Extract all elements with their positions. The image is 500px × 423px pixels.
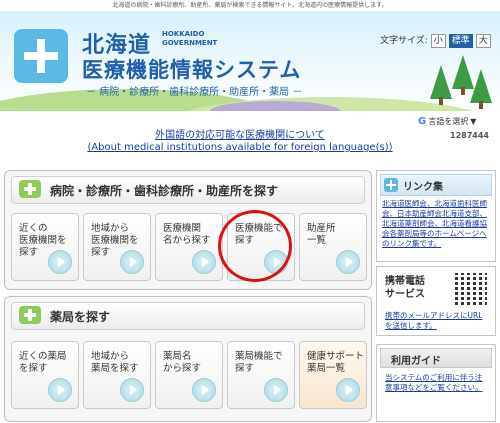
hospital-search-title: 病院・診療所・歯科診療所・助産所を探す <box>50 184 279 198</box>
area-pharmacy-button[interactable]: 地域から 薬局を探す <box>83 341 151 409</box>
pharmacy-search-panel: 薬局を探す 近くの薬局 を探す 地域から 薬局を探す 薬局名 から探す 薬局機能… <box>4 296 372 422</box>
links-title: リンク集 <box>403 182 443 193</box>
play-arrow-icon <box>264 378 288 402</box>
font-size-standard-button[interactable]: 標準 <box>448 34 473 48</box>
foreign-language-link[interactable]: 外国語の対応可能な医療機関について (About medical institu… <box>60 130 420 154</box>
nearby-institution-button[interactable]: 近くの 医療機関を 探す <box>11 213 79 281</box>
pharmacy-search-title: 薬局を探す <box>50 310 111 324</box>
institution-name-button[interactable]: 医療機関 名から探す <box>155 213 223 281</box>
hospital-search-panel: 病院・診療所・歯科診療所・助産所を探す 近くの 医療機関を 探す 地域から 医療… <box>4 170 372 290</box>
links-header: リンク集 <box>380 174 492 196</box>
play-arrow-icon <box>336 378 360 402</box>
foreign-link-en[interactable]: (About medical institutions available fo… <box>60 142 420 154</box>
play-arrow-icon <box>336 250 360 274</box>
area-institution-button[interactable]: 地域から 医療機関を 探す <box>83 213 151 281</box>
site-description: 北海道の病院・歯科診療所、助産所、薬局が検索できる情報サイト。北海道内の医療情報… <box>112 2 388 9</box>
play-arrow-icon <box>48 378 72 402</box>
hospital-search-header: 病院・診療所・歯科診療所・助産所を探す <box>11 176 365 204</box>
gov-line: GOVERNMENT <box>162 39 218 47</box>
visitor-counter: 1287444 <box>450 131 489 140</box>
font-size-small-button[interactable]: 小 <box>430 34 446 48</box>
header-banner: 北海道 HOKKAIDO GOVERNMENT 医療機能情報システム － 病院・… <box>0 11 500 111</box>
user-guide-box: 利用ガイド 当システムのご利用に伴う注意事項などをご覧ください。 <box>376 344 496 422</box>
logo-plus-icon <box>14 29 68 83</box>
button-label: 近くの薬局 を探す <box>19 351 67 374</box>
play-arrow-icon <box>120 378 144 402</box>
play-arrow-icon <box>120 250 144 274</box>
button-label: 薬局名 から探す <box>163 351 202 374</box>
button-label: 地域から 薬局を探す <box>91 351 139 374</box>
pharmacy-name-button[interactable]: 薬局名 から探す <box>155 341 223 409</box>
pharmacy-search-header: 薬局を探す <box>11 302 365 330</box>
pharmacy-function-button[interactable]: 薬局機能で 探す <box>227 341 295 409</box>
translate-label: 言語を選択 <box>428 117 469 126</box>
links-description-link[interactable]: 北海道医師会、北海道歯科医師会、日本助産師会北海道支部、北海道薬剤師会、北海道看… <box>377 196 495 252</box>
highlight-circle <box>218 210 292 282</box>
user-guide-title: 利用ガイド <box>391 356 441 367</box>
user-guide-link[interactable]: 当システムのご利用に伴う注意事項などをご覧ください。 <box>385 373 489 393</box>
qr-code-icon <box>455 273 487 305</box>
tree-icon <box>470 69 492 109</box>
nearby-pharmacy-button[interactable]: 近くの薬局 を探す <box>11 341 79 409</box>
font-size-large-button[interactable]: 大 <box>475 34 491 48</box>
user-guide-header: 利用ガイド <box>380 348 492 368</box>
links-box: リンク集 北海道医師会、北海道歯科医師会、日本助産師会北海道支部、北海道薬剤師会… <box>376 170 496 262</box>
health-support-pharmacy-button[interactable]: 健康サポート 薬局一覧 <box>299 341 367 409</box>
font-size-label: 文字サイズ: <box>380 36 428 46</box>
midwifery-list-button[interactable]: 助産所 一覧 <box>299 213 367 281</box>
button-label: 助産所 一覧 <box>307 223 336 246</box>
google-icon: G <box>418 116 427 127</box>
plus-icon <box>19 306 41 324</box>
mobile-service-box: 携帯電話 サービス 携帯のメールアドレスにURLを送信します。 <box>376 266 496 336</box>
tree-icon <box>430 65 452 105</box>
play-arrow-icon <box>192 378 216 402</box>
facility-types: － 病院・診療所・歯科診療所・助産所・薬局 － <box>86 87 303 98</box>
play-arrow-icon <box>48 250 72 274</box>
button-label: 医療機関 名から探す <box>163 223 211 246</box>
translate-selector[interactable]: G 言語を選択 ▼ <box>418 116 476 127</box>
mobile-service-link[interactable]: 携帯のメールアドレスにURLを送信します。 <box>385 311 489 331</box>
play-arrow-icon <box>192 250 216 274</box>
government-label: HOKKAIDO GOVERNMENT <box>162 30 217 48</box>
plus-icon <box>384 178 398 192</box>
button-label: 健康サポート 薬局一覧 <box>307 351 365 374</box>
chevron-down-icon: ▼ <box>470 117 477 126</box>
gov-line: HOKKAIDO <box>162 30 205 38</box>
font-size-selector: 文字サイズ: 小 標準 大 <box>380 34 491 48</box>
mobile-service-title: 携帯電話 サービス <box>385 276 425 300</box>
system-title: 医療機能情報システム <box>82 58 302 82</box>
foreign-link-jp[interactable]: 外国語の対応可能な医療機関について <box>60 130 420 142</box>
plus-icon <box>19 180 41 198</box>
button-label: 薬局機能で 探す <box>235 351 283 374</box>
